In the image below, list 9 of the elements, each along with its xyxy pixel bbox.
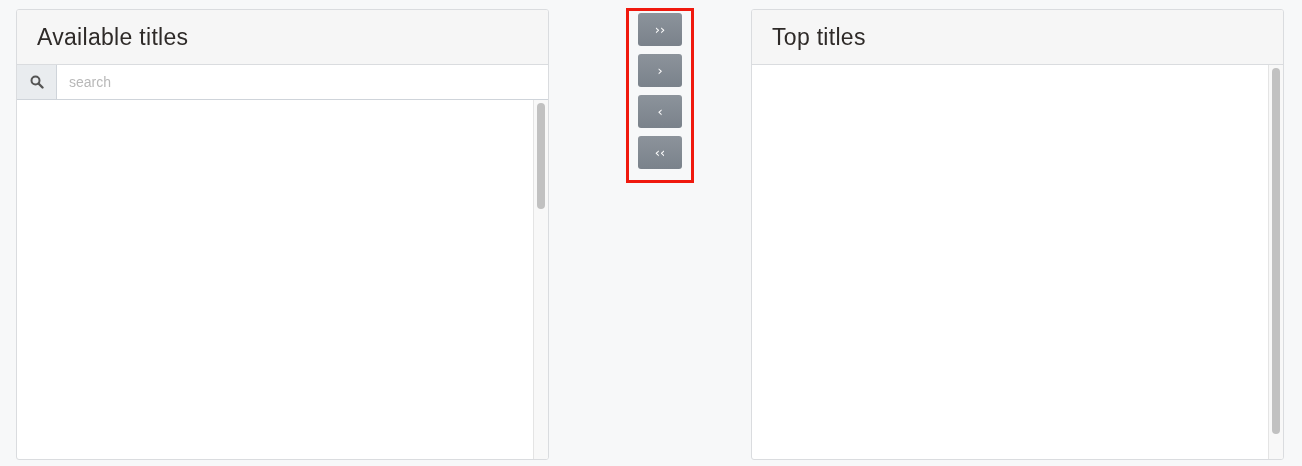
panel-title: Available titles: [37, 23, 189, 51]
transfer-button[interactable]: ›: [638, 54, 682, 87]
scrollbar[interactable]: [533, 100, 548, 459]
transfer-button[interactable]: ››: [638, 13, 682, 46]
scrollbar[interactable]: [1268, 65, 1283, 459]
transfer-button[interactable]: ‹: [638, 95, 682, 128]
search-icon: [29, 75, 44, 89]
transfer-button[interactable]: ‹‹: [638, 136, 682, 169]
panel-title: Top titles: [772, 23, 866, 51]
